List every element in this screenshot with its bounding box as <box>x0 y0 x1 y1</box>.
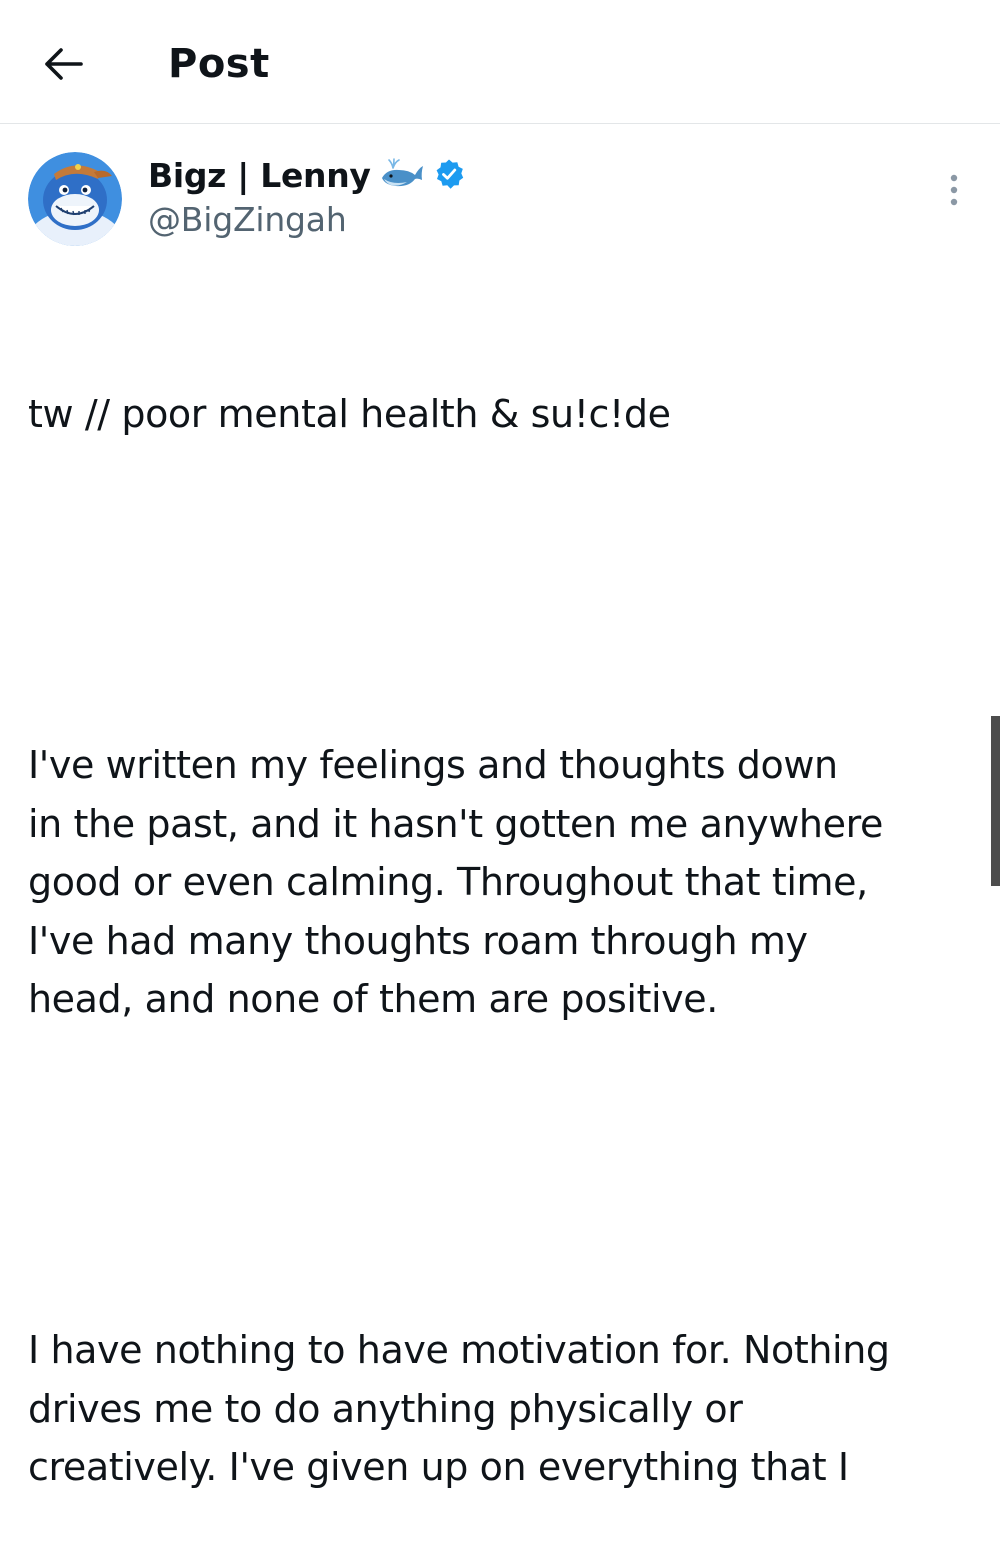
more-options-button[interactable] <box>936 168 972 212</box>
author-handle[interactable]: @BigZingah <box>148 198 347 242</box>
more-vertical-icon <box>950 174 958 206</box>
post-text: tw // poor mental health & su!c!de I've … <box>28 268 968 1555</box>
verified-badge-icon <box>433 158 465 194</box>
scrollbar-thumb[interactable] <box>991 716 1000 886</box>
post-paragraph: I've written my feelings and thoughts do… <box>28 743 883 1021</box>
shark-avatar-icon <box>28 152 122 246</box>
display-name[interactable]: Bigz | Lenny <box>148 152 371 200</box>
top-bar: Post <box>0 0 1000 124</box>
arrow-left-icon <box>45 48 83 80</box>
whale-emoji-icon <box>379 158 425 194</box>
author-name-row: Bigz | Lenny <box>148 152 465 200</box>
post-paragraph: I have nothing to have motivation for. N… <box>28 1328 890 1489</box>
back-button[interactable] <box>36 36 92 92</box>
page-title: Post <box>168 41 270 87</box>
avatar[interactable] <box>28 152 122 246</box>
post-paragraph: tw // poor mental health & su!c!de <box>28 392 671 436</box>
